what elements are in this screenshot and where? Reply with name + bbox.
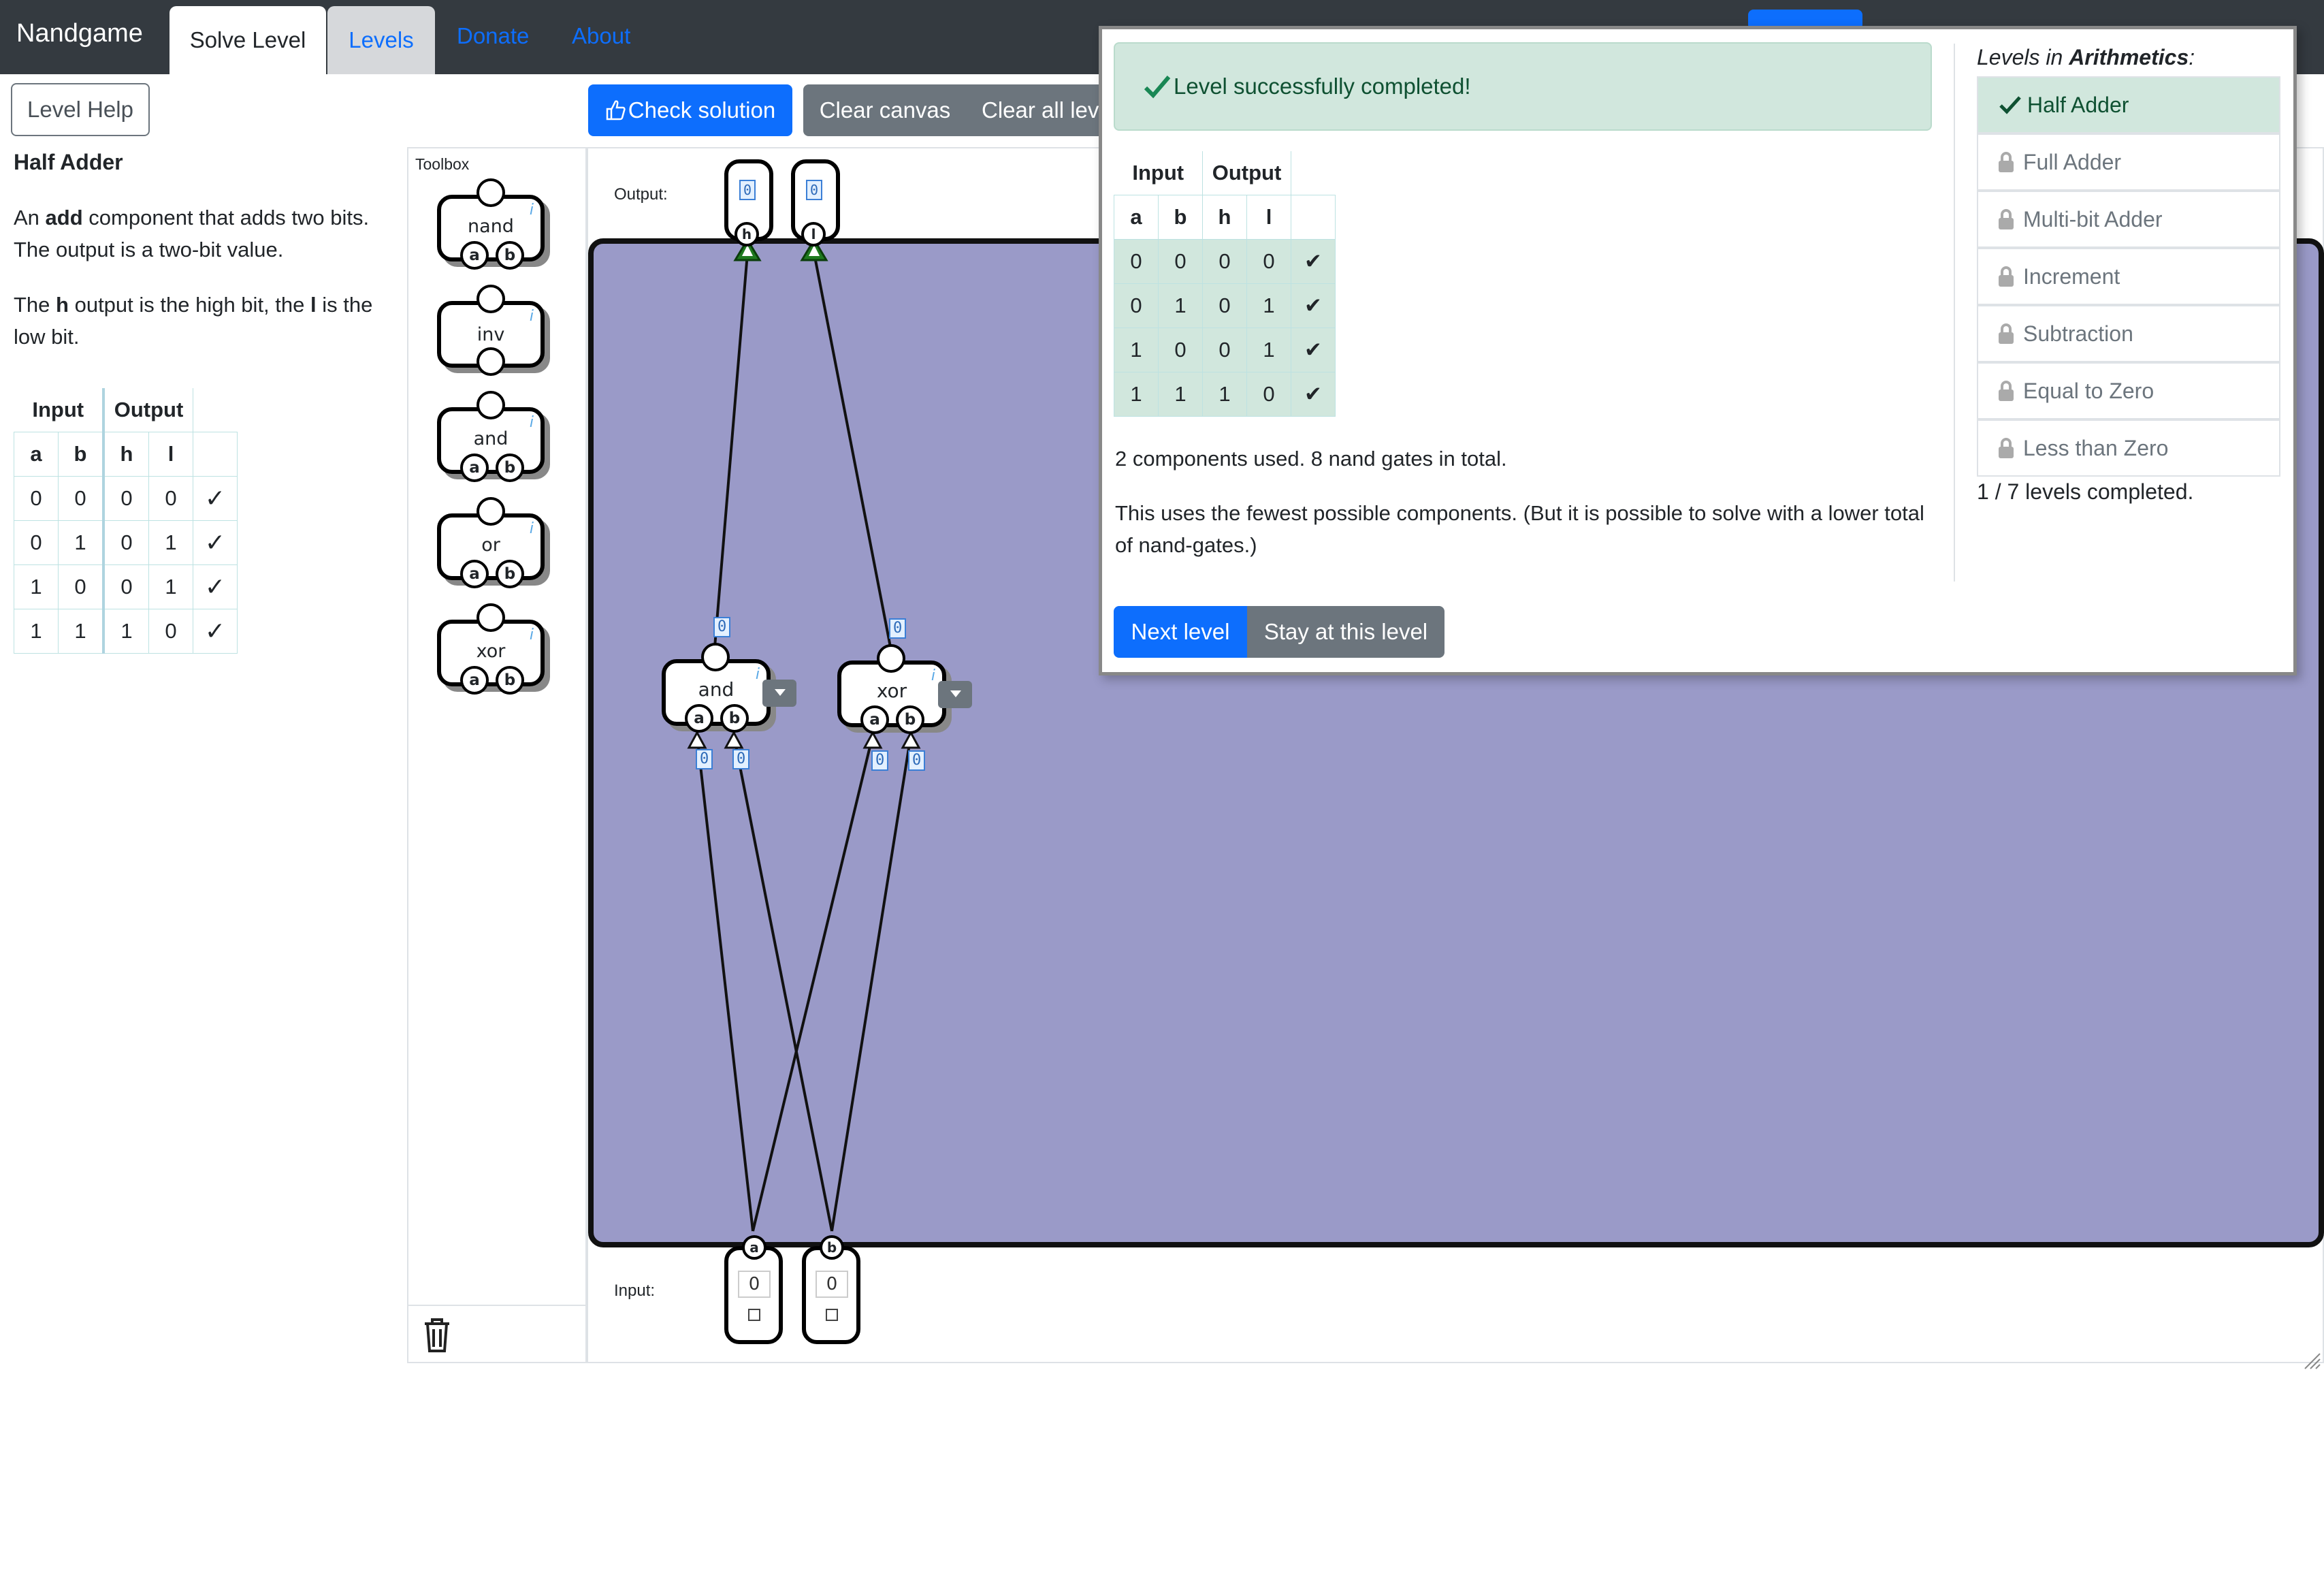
level-item-full-adder[interactable]: Full Adder	[1977, 133, 2280, 191]
input-value-a[interactable]: 0	[738, 1271, 771, 1298]
lock-icon	[1999, 381, 2014, 401]
pin-a[interactable]: a	[685, 704, 713, 733]
and-dropdown-button[interactable]	[762, 680, 796, 707]
wire-b-to-and-b	[732, 735, 833, 1232]
pin-b[interactable]: b	[820, 1235, 844, 1260]
lock-icon	[1999, 323, 2014, 344]
level-item-less-than-zero[interactable]: Less than Zero	[1977, 419, 2280, 477]
triangle-connector-and-a	[687, 730, 707, 749]
input-value-b[interactable]: 0	[816, 1271, 848, 1298]
success-alert: Level successfully completed!	[1114, 42, 1932, 131]
level-item-subtraction[interactable]: Subtraction	[1977, 305, 2280, 362]
lock-icon	[1999, 209, 2014, 229]
level-item-half-adder[interactable]: Half Adder	[1977, 76, 2280, 133]
wire-value-and-b: 0	[732, 749, 750, 769]
popup-divider	[1954, 44, 1955, 582]
wire-and-to-h	[713, 253, 749, 648]
table-row: 1 1 1 0 ✔	[1114, 372, 1336, 417]
popup-truth-table: Input Output a b h l 0 0 0 0 ✔ 0 1 0 1 ✔ 1 0 0 1 ✔ 1…	[1114, 151, 1336, 417]
popup-note: This uses the fewest possible components…	[1115, 501, 1924, 557]
level-item-equal-to-zero[interactable]: Equal to Zero	[1977, 362, 2280, 419]
toggle-checkbox-b[interactable]	[826, 1309, 838, 1321]
levels-progress: 1 / 7 levels completed.	[1977, 479, 2194, 504]
pin-output[interactable]	[701, 643, 730, 671]
triangle-connector-xor-a	[862, 730, 883, 749]
wire-value-xor-a: 0	[871, 750, 889, 771]
pin-l[interactable]: l	[801, 222, 826, 246]
pin-b[interactable]: b	[896, 705, 924, 734]
level-item-increment[interactable]: Increment	[1977, 248, 2280, 305]
wire-value-xor-b: 0	[908, 750, 926, 771]
triangle-connector-xor-b	[901, 730, 921, 749]
pin-output[interactable]	[877, 644, 905, 673]
lock-icon	[1999, 438, 2014, 458]
info-icon[interactable]: i	[756, 666, 760, 683]
input-node-b[interactable]: b 0	[802, 1235, 860, 1344]
popup-stats: 2 components used. 8 nand gates in total…	[1115, 447, 1507, 471]
toggle-checkbox-a[interactable]	[748, 1309, 760, 1321]
gate-and[interactable]: and a b i	[662, 643, 771, 733]
check-icon: ✔	[1291, 372, 1336, 417]
output-value-l: 0	[806, 180, 823, 200]
pin-a[interactable]: a	[860, 705, 889, 734]
wire-value-and-a: 0	[696, 749, 713, 769]
table-row: 0 0 0 0 ✔	[1114, 239, 1336, 284]
lock-icon	[1999, 152, 2014, 172]
check-icon: ✔	[1291, 283, 1336, 328]
wire-xor-to-l	[813, 253, 892, 648]
pin-b[interactable]: b	[720, 704, 749, 733]
check-icon: ✔	[1291, 239, 1336, 284]
wire-b-to-xor-b	[830, 735, 912, 1232]
gate-xor[interactable]: xor a b i	[837, 644, 946, 734]
levels-heading: Levels in Arithmetics:	[1977, 45, 2195, 69]
check-icon	[1144, 76, 1171, 99]
triangle-connector-and-b	[724, 730, 744, 749]
wire-value-and-out: 0	[713, 617, 731, 637]
wire-a-to-and-a	[696, 735, 754, 1232]
output-value-h: 0	[739, 180, 756, 200]
output-node-l[interactable]: 0 l	[791, 159, 840, 246]
resize-handle-icon[interactable]	[2302, 1351, 2321, 1370]
output-node-h[interactable]: 0 h	[724, 159, 773, 246]
check-icon: ✔	[1291, 328, 1336, 372]
table-header-input: Input	[1114, 151, 1203, 195]
pin-a[interactable]: a	[742, 1235, 766, 1260]
info-icon[interactable]: i	[931, 667, 935, 684]
next-level-button[interactable]: Next level	[1114, 606, 1247, 658]
lock-icon	[1999, 266, 2014, 287]
input-node-a[interactable]: a 0	[724, 1235, 783, 1344]
table-row: 0 1 0 1 ✔	[1114, 283, 1336, 328]
level-item-multi-bit-adder[interactable]: Multi-bit Adder	[1977, 191, 2280, 248]
pin-h[interactable]: h	[735, 222, 759, 246]
wire-value-xor-out: 0	[889, 618, 907, 639]
table-row: 1 0 0 1 ✔	[1114, 328, 1336, 372]
xor-dropdown-button[interactable]	[938, 681, 972, 708]
check-icon	[1999, 96, 2021, 114]
wire-a-to-xor-a	[752, 735, 874, 1232]
table-header-output: Output	[1212, 161, 1282, 185]
stay-at-level-button[interactable]: Stay at this level	[1247, 606, 1445, 658]
